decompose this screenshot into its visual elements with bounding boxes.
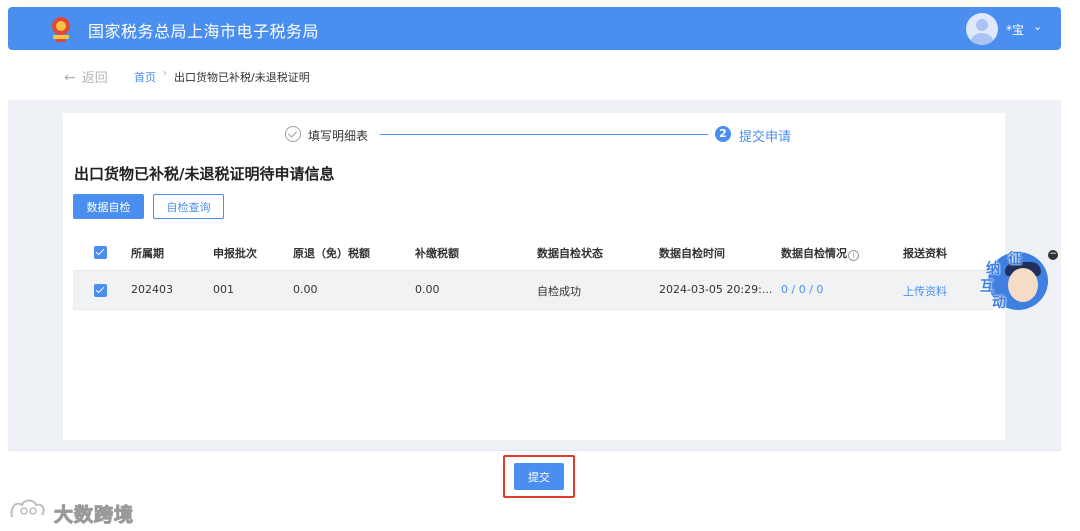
header-tax-payment: 补缴税额	[415, 247, 459, 260]
cell-check-result[interactable]: 0 / 0 / 0	[781, 283, 823, 296]
row-checkbox[interactable]	[94, 284, 107, 297]
select-all-checkbox[interactable]	[94, 246, 107, 259]
breadcrumb-separator: ›	[163, 68, 167, 79]
assistant-face-icon	[1008, 268, 1038, 302]
breadcrumb-home[interactable]: 首页	[134, 69, 156, 85]
breadcrumb-current: 出口货物已补税/未退税证明	[174, 71, 310, 84]
step-2-label: 提交申请	[739, 130, 792, 145]
section-title: 出口货物已补税/未退税证明待申请信息	[74, 165, 335, 183]
header-original-refund: 原退（免）税额	[293, 247, 370, 260]
step-2-number: 2	[715, 126, 731, 142]
header-submit-docs: 报送资料	[903, 247, 947, 260]
cell-period: 202403	[131, 283, 173, 296]
cell-batch: 001	[213, 283, 234, 296]
table-row: 202403 001 0.00 0.00 自检成功 2024-03-05 20:…	[73, 271, 993, 310]
chevron-down-icon[interactable]: ⌄	[1033, 20, 1042, 33]
minimize-icon[interactable]: −	[1048, 250, 1058, 260]
step-1-label: 填写明细表	[308, 129, 369, 143]
arrow-left-icon: ←	[64, 70, 76, 86]
upload-docs-link[interactable]: 上传资料	[903, 283, 947, 299]
top-header: 国家税务总局上海市电子税务局 *宝 ⌄	[8, 7, 1061, 50]
check-query-button[interactable]: 自检查询	[153, 194, 224, 219]
user-name[interactable]: *宝	[1006, 21, 1024, 38]
watermark-text: 大数跨境	[53, 504, 135, 527]
float-assistant-widget[interactable]: 征 纳 互 动	[980, 248, 1050, 312]
step-connector	[380, 134, 708, 135]
header-check-time: 数据自检时间	[659, 247, 725, 260]
header-batch: 申报批次	[213, 247, 257, 260]
data-table: 所属期 申报批次 原退（免）税额 补缴税额 数据自检状态 数据自检时间 数据自检…	[73, 233, 993, 310]
cell-check-status: 自检成功	[537, 285, 581, 298]
site-title: 国家税务总局上海市电子税务局	[88, 22, 320, 41]
tax-emblem-icon	[52, 17, 70, 42]
cell-check-time: 2024-03-05 20:29:...	[659, 283, 773, 296]
check-circle-icon	[285, 126, 301, 142]
widget-char-2: 纳	[986, 261, 1000, 277]
submit-button[interactable]: 提交	[514, 463, 564, 490]
header-check-result-label: 数据自检情况	[781, 247, 847, 260]
header-check-status: 数据自检状态	[537, 247, 603, 260]
self-check-button[interactable]: 数据自检	[73, 194, 144, 219]
back-label: 返回	[81, 71, 108, 86]
back-button[interactable]: ← 返回	[64, 67, 108, 86]
cell-tax-payment: 0.00	[415, 283, 440, 296]
user-avatar[interactable]	[966, 13, 998, 45]
header-check-result: 数据自检情况 i	[781, 245, 859, 261]
table-header: 所属期 申报批次 原退（免）税额 补缴税额 数据自检状态 数据自检时间 数据自检…	[73, 233, 993, 271]
breadcrumb: ← 返回 首页 › 出口货物已补税/未退税证明	[8, 50, 1061, 100]
user-icon	[971, 19, 993, 45]
header-period: 所属期	[131, 247, 164, 260]
cell-original-refund: 0.00	[293, 283, 318, 296]
info-icon[interactable]: i	[848, 250, 859, 261]
widget-char-1: 征	[1008, 251, 1022, 267]
widget-char-4: 动	[992, 295, 1006, 311]
watermark-logo-icon	[10, 499, 45, 518]
